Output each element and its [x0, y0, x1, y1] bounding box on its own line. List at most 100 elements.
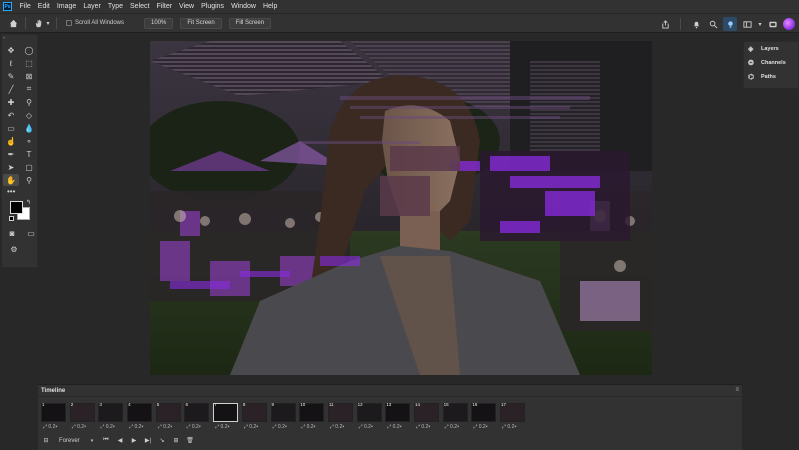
- menu-filter[interactable]: Filter: [153, 3, 176, 10]
- healing-brush-tool-icon[interactable]: ✚: [3, 96, 19, 108]
- quick-mask-icon[interactable]: ◙: [7, 227, 17, 239]
- timeline-frame[interactable]: 5 ⤢ 0.2▾: [155, 402, 184, 430]
- panel-menu-icon[interactable]: ≡: [735, 387, 739, 393]
- dodge-tool-icon[interactable]: ⚬: [21, 135, 37, 147]
- home-icon[interactable]: [6, 16, 20, 30]
- chevron-down-icon[interactable]: ▾: [457, 424, 459, 430]
- chevron-down-icon[interactable]: ▾: [314, 424, 316, 430]
- frame-thumbnail[interactable]: [241, 403, 267, 422]
- scroll-all-windows-checkbox[interactable]: Scroll All Windows: [66, 20, 124, 26]
- timeline-frame[interactable]: 13 ⤢ 0.2▾: [384, 402, 413, 430]
- chevron-down-icon[interactable]: ▾: [428, 424, 430, 430]
- foreground-color-swatch[interactable]: [10, 201, 23, 214]
- chevron-down-icon[interactable]: ▾: [400, 424, 402, 430]
- frame-delay[interactable]: ⤢ 0.2▾: [416, 424, 430, 430]
- share-icon[interactable]: [658, 17, 672, 31]
- chevron-down-icon[interactable]: ▾: [199, 424, 201, 430]
- timeline-frame[interactable]: 8 ⤢ 0.2▾: [241, 402, 270, 430]
- frame-disposal-icon[interactable]: ⤢: [330, 424, 334, 430]
- tween-icon[interactable]: ↘: [157, 437, 167, 444]
- user-avatar[interactable]: [783, 18, 795, 30]
- frame-disposal-icon[interactable]: ⤢: [100, 424, 104, 430]
- document-image[interactable]: [150, 41, 652, 375]
- frame-delay[interactable]: ⤢ 0.2▾: [301, 424, 315, 430]
- frame-thumbnail[interactable]: [184, 403, 210, 422]
- chevron-down-icon[interactable]: ▾: [256, 424, 258, 430]
- frame-disposal-icon[interactable]: ⤢: [244, 424, 248, 430]
- object-selection-tool-icon[interactable]: ⬚: [21, 57, 37, 69]
- hand-tool-icon[interactable]: [31, 16, 45, 30]
- frame-disposal-icon[interactable]: ⤢: [43, 424, 47, 430]
- first-frame-icon[interactable]: ⏮: [101, 437, 111, 444]
- previous-frame-icon[interactable]: ◀: [115, 437, 125, 444]
- bell-icon[interactable]: [689, 17, 703, 31]
- chevron-down-icon[interactable]: ▾: [514, 424, 516, 430]
- lasso-tool-icon[interactable]: ℓ: [3, 57, 19, 69]
- screen-mode-icon[interactable]: ▭: [26, 227, 36, 239]
- checkbox-box[interactable]: [66, 20, 72, 26]
- frame-delay[interactable]: ⤢ 0.2▾: [100, 424, 114, 430]
- duplicate-frame-icon[interactable]: ⊞: [171, 437, 181, 444]
- frame-delay[interactable]: ⤢ 0.2▾: [273, 424, 287, 430]
- frame-delay[interactable]: ⤢ 0.2▾: [244, 424, 258, 430]
- zoom-100-button[interactable]: 100%: [144, 17, 174, 29]
- chevron-down-icon[interactable]: ▾: [141, 424, 143, 430]
- timeline-frame[interactable]: 12 ⤢ 0.2▾: [356, 402, 385, 430]
- chevron-down-icon[interactable]: ▾: [486, 424, 488, 430]
- timeline-frame[interactable]: 14 ⤢ 0.2▾: [413, 402, 442, 430]
- frame-thumbnail[interactable]: [69, 403, 95, 422]
- menu-help[interactable]: Help: [259, 3, 280, 10]
- menu-window[interactable]: Window: [228, 3, 260, 10]
- menu-type[interactable]: Type: [104, 3, 126, 10]
- discover-lightbulb-icon[interactable]: [723, 17, 737, 31]
- chevron-down-icon[interactable]: ▾: [371, 424, 373, 430]
- shape-tool-icon[interactable]: ▢: [21, 161, 37, 173]
- menu-file[interactable]: File: [16, 3, 34, 10]
- frame-disposal-icon[interactable]: ⤢: [502, 424, 506, 430]
- frame-delay-value[interactable]: 0.2: [307, 424, 314, 430]
- timeline-frame[interactable]: 16 ⤢ 0.2▾: [470, 402, 499, 430]
- swap-colors-icon[interactable]: ↰: [26, 199, 31, 206]
- hand-tool-icon[interactable]: ✋: [3, 174, 19, 186]
- frame-thumbnail[interactable]: [270, 403, 296, 422]
- frame-delay-value[interactable]: 0.2: [106, 424, 113, 430]
- blur-tool-icon[interactable]: 💧: [21, 122, 37, 134]
- smudge-tool-icon[interactable]: ☝: [3, 135, 19, 147]
- timeline-frame[interactable]: 9 ⤢ 0.2▾: [270, 402, 299, 430]
- crop-tool-icon[interactable]: ⌗: [21, 83, 37, 95]
- timeline-frame[interactable]: 10 ⤢ 0.2▾: [298, 402, 327, 430]
- fit-screen-button[interactable]: Fit Screen: [180, 17, 222, 29]
- timeline-frame[interactable]: 7 ⤢ 0.2▾: [212, 402, 241, 430]
- move-tool-icon[interactable]: ✥: [3, 44, 19, 56]
- frame-delay[interactable]: ⤢ 0.2▾: [72, 424, 86, 430]
- panel-tab-channels[interactable]: ❂ Channels: [744, 56, 798, 70]
- chevron-down-icon[interactable]: ▾: [227, 424, 229, 430]
- frame-delay[interactable]: ⤢ 0.2▾: [215, 424, 229, 430]
- panel-tab-paths[interactable]: ⌬ Paths: [744, 70, 798, 84]
- loop-options-select[interactable]: Forever: [59, 438, 83, 444]
- brush-tool-icon[interactable]: ╱: [3, 83, 19, 95]
- frame-delay-value[interactable]: 0.2: [479, 424, 486, 430]
- frame-delay[interactable]: ⤢ 0.2▾: [473, 424, 487, 430]
- frame-delay[interactable]: ⤢ 0.2▾: [158, 424, 172, 430]
- fill-screen-button[interactable]: Fill Screen: [228, 17, 272, 29]
- frame-disposal-icon[interactable]: ⤢: [473, 424, 477, 430]
- frame-delay[interactable]: ⤢ 0.2▾: [186, 424, 200, 430]
- eyedropper-tool-icon[interactable]: ✎: [3, 70, 19, 82]
- timeline-frame[interactable]: 15 ⤢ 0.2▾: [442, 402, 471, 430]
- chevron-down-icon[interactable]: ▾: [285, 424, 287, 430]
- timeline-frame[interactable]: 1 ⤢ 0.2▾: [40, 402, 69, 430]
- frame-disposal-icon[interactable]: ⤢: [359, 424, 363, 430]
- eraser-tool-icon[interactable]: ◇: [21, 109, 37, 121]
- path-selection-tool-icon[interactable]: ➤: [3, 161, 19, 173]
- edit-toolbar-icon[interactable]: ⚙: [6, 243, 22, 255]
- frame-delay[interactable]: ⤢ 0.2▾: [445, 424, 459, 430]
- menu-image[interactable]: Image: [53, 3, 79, 10]
- frame-thumbnail[interactable]: [155, 403, 181, 422]
- frame-delay-value[interactable]: 0.2: [393, 424, 400, 430]
- frame-delay[interactable]: ⤢ 0.2▾: [330, 424, 344, 430]
- trash-icon[interactable]: 🗑: [185, 437, 195, 444]
- timeline-frame[interactable]: 4 ⤢ 0.2▾: [126, 402, 155, 430]
- workspace-layout-icon[interactable]: [740, 17, 754, 31]
- frame-delay-value[interactable]: 0.2: [77, 424, 84, 430]
